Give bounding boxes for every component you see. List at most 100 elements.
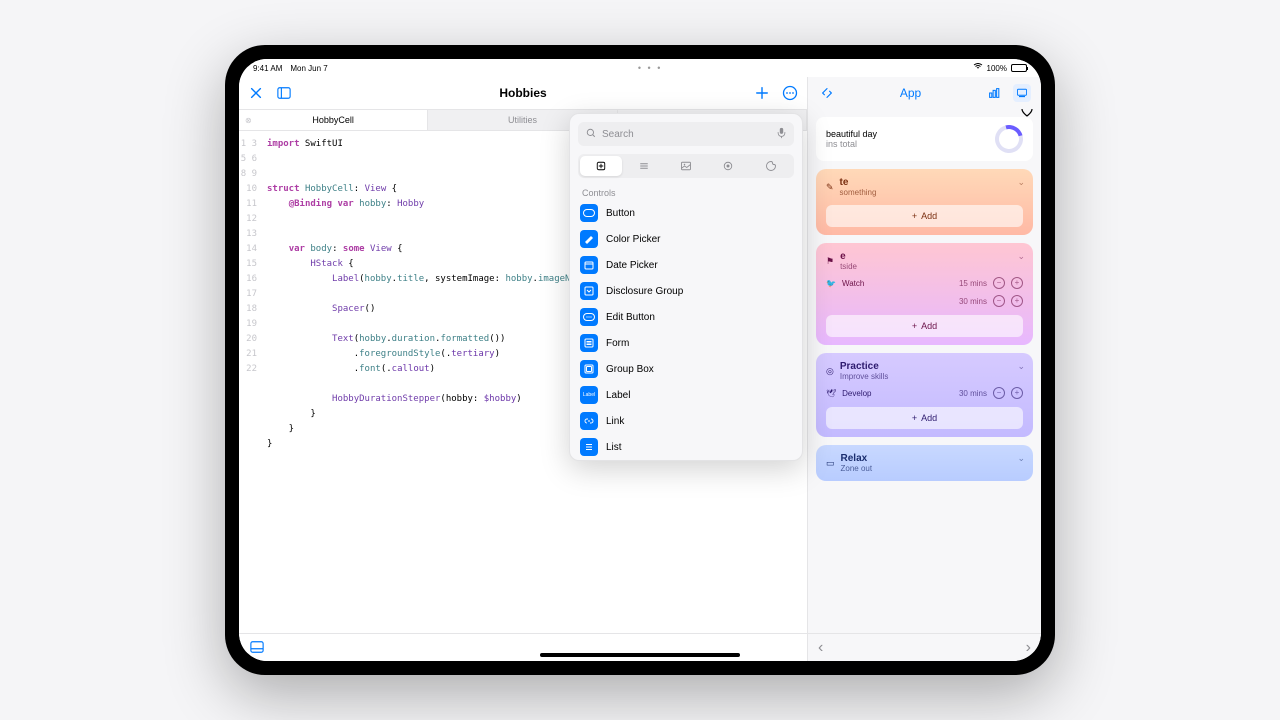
minus-stepper[interactable]: − <box>993 277 1005 289</box>
library-segments[interactable] <box>578 154 794 178</box>
battery-icon <box>1011 64 1027 72</box>
editor-toolbar: Hobbies <box>239 77 807 109</box>
console-icon[interactable] <box>249 640 265 656</box>
add-button[interactable]: + Add <box>826 407 1023 429</box>
link-icon <box>580 412 598 430</box>
row-duration: 30 mins <box>959 389 987 398</box>
prev-arrow-right-icon[interactable]: › <box>1026 639 1031 657</box>
library-item-editbutton[interactable]: Edit Button <box>570 304 802 330</box>
colorpicker-icon <box>580 230 598 248</box>
header-line2: ins total <box>826 139 877 149</box>
tab-label: HobbyCell <box>312 115 354 125</box>
document-title: Hobbies <box>303 86 743 100</box>
seg-media-icon[interactable] <box>665 156 707 176</box>
library-list[interactable]: Button Color Picker Date Picker Disclosu… <box>570 200 802 460</box>
chart-icon[interactable] <box>985 84 1003 102</box>
library-item-form[interactable]: Form <box>570 330 802 356</box>
form-icon <box>580 334 598 352</box>
seg-color-icon[interactable] <box>750 156 792 176</box>
library-popover: Search Controls Button <box>569 113 803 461</box>
seg-modifiers-icon[interactable] <box>622 156 664 176</box>
chevron-down-icon[interactable]: ⌄ <box>1017 453 1025 464</box>
library-search[interactable]: Search <box>578 122 794 146</box>
library-item-link[interactable]: Link <box>570 408 802 434</box>
row-name: Watch <box>842 279 953 288</box>
device-icon[interactable] <box>1013 84 1031 102</box>
multitask-dots[interactable]: • • • <box>328 63 973 73</box>
chevron-down-icon[interactable]: ⌄ <box>1017 251 1025 262</box>
hobby-row: 30 mins − + <box>826 295 1023 307</box>
library-item-label[interactable]: Label Label <box>570 382 802 408</box>
ipad-frame: 9:41 AM Mon Jun 7 • • • 100% <box>225 45 1055 675</box>
add-label: Add <box>921 211 937 221</box>
search-icon <box>586 128 596 141</box>
datepicker-icon <box>580 256 598 274</box>
chevron-down-icon[interactable]: ⌄ <box>1017 361 1025 372</box>
swift-icon: 🕊 <box>826 389 836 398</box>
add-button[interactable]: +Add <box>826 205 1023 227</box>
card-subtitle: tside <box>840 262 857 271</box>
plus-stepper[interactable]: + <box>1011 277 1023 289</box>
library-item-list[interactable]: List <box>570 434 802 460</box>
chevron-down-icon[interactable]: ⌄ <box>1017 177 1025 188</box>
preview-canvas[interactable]: beautiful day ins total ✎ te something <box>808 109 1041 633</box>
tv-icon: ▭ <box>826 458 835 469</box>
add-label: Add <box>921 413 937 423</box>
label-icon: Label <box>580 386 598 404</box>
target-icon: ◎ <box>826 366 834 377</box>
minus-stepper[interactable]: − <box>993 295 1005 307</box>
card-relax[interactable]: ▭ Relax Zone out ⌄ <box>816 445 1033 481</box>
card-title: te <box>840 177 877 188</box>
status-date: Mon Jun 7 <box>290 64 327 73</box>
seg-views-icon[interactable] <box>580 156 622 176</box>
add-button[interactable]: +Add <box>826 315 1023 337</box>
card-practice[interactable]: ◎ Practice Improve skills ⌄ 🕊 Develop 30… <box>816 353 1033 437</box>
minus-stepper[interactable]: − <box>993 387 1005 399</box>
expand-icon[interactable] <box>818 84 836 102</box>
library-item-label: Button <box>606 208 635 219</box>
tab-close-icon[interactable]: ⊗ <box>245 116 252 125</box>
disclosure-icon <box>580 282 598 300</box>
add-label: Add <box>921 321 937 331</box>
hobby-row: 🕊 Develop 30 mins − + <box>826 387 1023 399</box>
card-subtitle: Zone out <box>841 464 873 473</box>
library-item-button[interactable]: Button <box>570 200 802 226</box>
library-item-label: Date Picker <box>606 260 658 271</box>
mic-icon[interactable] <box>777 127 786 142</box>
preview-toolbar: App <box>808 77 1041 109</box>
row-duration: 30 mins <box>959 297 987 306</box>
library-item-label: Color Picker <box>606 234 660 245</box>
card-create[interactable]: ✎ te something ⌄ +Add <box>816 169 1033 235</box>
plus-stepper[interactable]: + <box>1011 387 1023 399</box>
plus-icon: + <box>912 413 917 423</box>
screen: 9:41 AM Mon Jun 7 • • • 100% <box>239 59 1041 661</box>
library-item-datepicker[interactable]: Date Picker <box>570 252 802 278</box>
library-item-groupbox[interactable]: Group Box <box>570 356 802 382</box>
seg-symbols-icon[interactable] <box>707 156 749 176</box>
sidebar-toggle-icon[interactable] <box>275 84 293 102</box>
groupbox-icon <box>580 360 598 378</box>
progress-ring-icon <box>990 120 1028 158</box>
plus-stepper[interactable]: + <box>1011 295 1023 307</box>
tab-hobbycell[interactable]: ⊗ HobbyCell <box>239 110 428 130</box>
card-subtitle: Improve skills <box>840 372 888 381</box>
bird-icon: 🐦 <box>826 279 836 288</box>
more-icon[interactable] <box>781 84 799 102</box>
prev-arrow-left-icon[interactable]: ‹ <box>818 639 823 657</box>
library-section-header: Controls <box>570 184 802 200</box>
card-explore[interactable]: ⚑ e tside ⌄ 🐦 Watch 15 mins − <box>816 243 1033 345</box>
home-indicator[interactable] <box>540 653 740 657</box>
library-item-label: Link <box>606 416 624 427</box>
library-item-disclosure[interactable]: Disclosure Group <box>570 278 802 304</box>
close-icon[interactable] <box>247 84 265 102</box>
library-item-label: Label <box>606 390 630 401</box>
card-subtitle: something <box>840 188 877 197</box>
list-icon <box>580 438 598 456</box>
row-name: Develop <box>842 389 953 398</box>
row-duration: 15 mins <box>959 279 987 288</box>
preview-title[interactable]: App <box>846 86 975 100</box>
heart-icon[interactable] <box>1019 109 1035 119</box>
library-item-colorpicker[interactable]: Color Picker <box>570 226 802 252</box>
add-icon[interactable] <box>753 84 771 102</box>
library-item-label: Edit Button <box>606 312 655 323</box>
